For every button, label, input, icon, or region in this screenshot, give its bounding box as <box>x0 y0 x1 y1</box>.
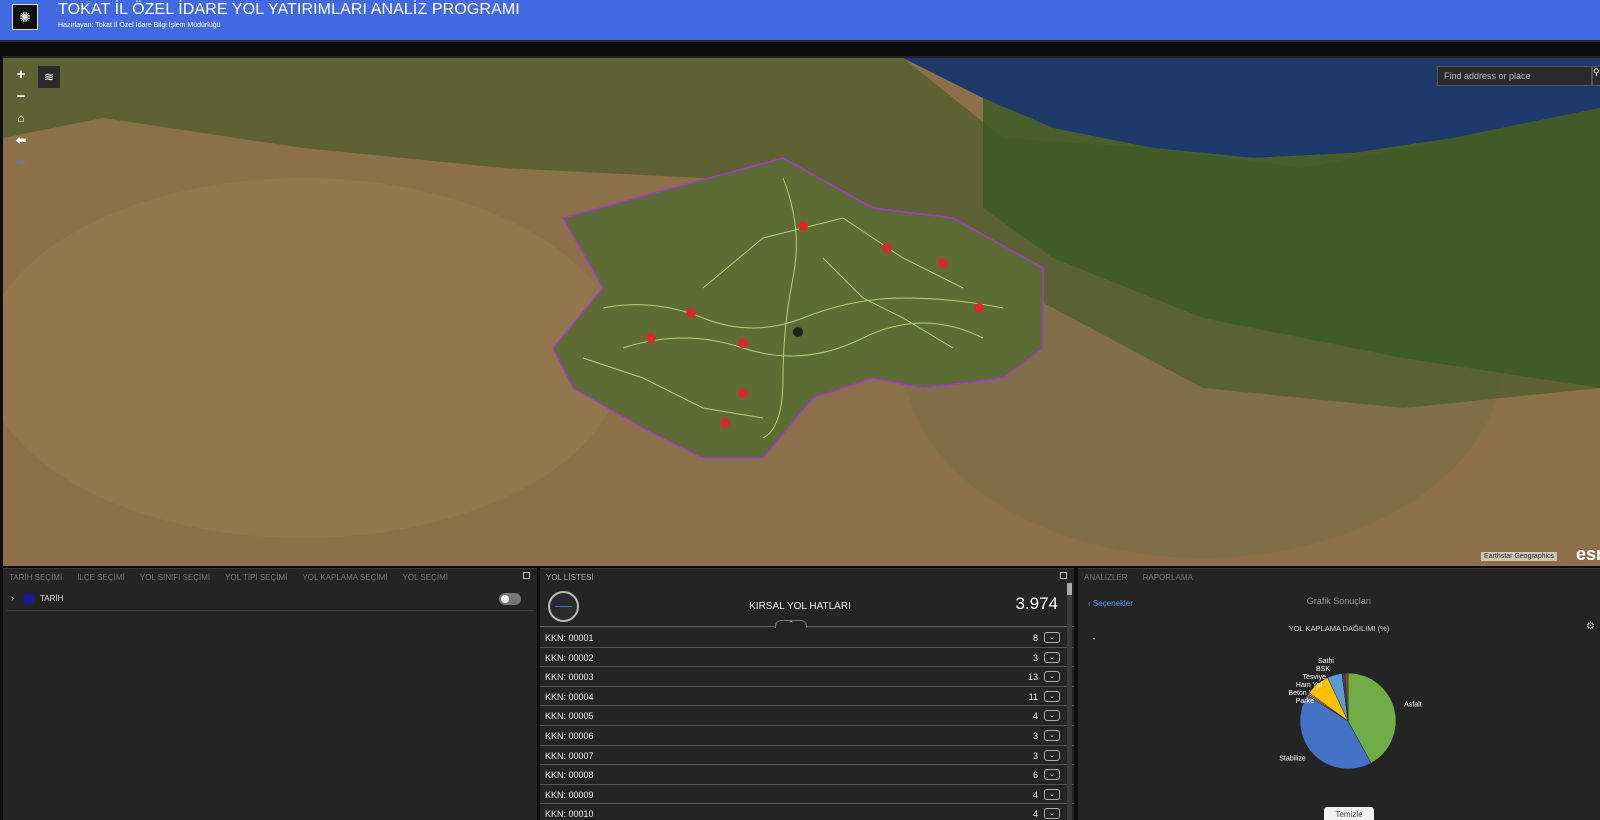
expand-chevron-icon[interactable]: ⌄ <box>1044 632 1060 643</box>
expand-chevron-icon[interactable]: ⌄ <box>1044 651 1060 663</box>
road-row[interactable]: KKN: 00009 4 ⌄ <box>540 785 1074 805</box>
road-value: 3 <box>1032 652 1038 663</box>
analysis-tab-1[interactable]: RAPORLAMA <box>1137 569 1202 587</box>
filter-tab-2[interactable]: YOL SINIFI SEÇİMİ <box>134 569 219 587</box>
road-value: 8 <box>1032 633 1038 643</box>
maximize-icon[interactable] <box>523 572 530 579</box>
road-name: KKN: 00001 <box>545 633 594 643</box>
gear-icon[interactable]: ⚙ <box>1586 621 1595 632</box>
esri-logo: esri <box>1576 544 1600 564</box>
road-name: KKN: 00006 <box>545 730 594 741</box>
road-row[interactable]: KKN: 00010 4 ⌄ <box>540 804 1074 820</box>
road-value: 3 <box>1032 730 1038 741</box>
filter-tab-4[interactable]: YOL KAPLAMA SEÇİMİ <box>296 569 396 587</box>
expand-chevron-icon[interactable]: ⌄ <box>1044 788 1060 800</box>
road-value: 4 <box>1032 711 1038 722</box>
road-value: 4 <box>1032 789 1038 800</box>
pie-label: Asfalt <box>1404 702 1422 709</box>
tarih-toggle[interactable] <box>499 593 521 605</box>
satellite-map[interactable]: + − ⌂ ⬅ ➡ ≋ Find address or place ⚲ Eart… <box>3 56 1600 566</box>
zoom-out-button[interactable]: − <box>11 86 31 106</box>
map-attribution: Earthstar Geographics <box>1481 552 1558 561</box>
filter-tab-3[interactable]: YOL TİPİ SEÇİMİ <box>219 569 296 587</box>
road-name: KKN: 00004 <box>545 691 594 702</box>
expand-chevron-icon[interactable]: ⌄ <box>1044 729 1060 741</box>
analysis-tabs: ANALİZLER RAPORLAMA <box>1078 569 1600 587</box>
scrollbar[interactable] <box>1067 583 1072 820</box>
road-value: 6 <box>1032 770 1038 781</box>
road-name: KKN: 00005 <box>545 711 594 722</box>
search-input[interactable]: Find address or place <box>1437 66 1592 86</box>
road-name: KKN: 00007 <box>545 750 594 761</box>
road-value: 11 <box>1028 691 1038 702</box>
expand-chevron-icon[interactable]: ⌄ <box>1044 710 1060 722</box>
pie-label: Ham Yol <box>1296 682 1323 689</box>
road-row[interactable]: KKN: 00005 4 ⌄ <box>540 706 1074 726</box>
road-row[interactable]: KKN: 00002 3 ⌄ <box>540 648 1074 668</box>
app-subtitle: Hazırlayan: Tokat İl Özel İdare Bilgi İş… <box>58 22 221 29</box>
search-icon[interactable]: ⚲ <box>1592 66 1600 86</box>
maximize-icon[interactable] <box>1060 572 1067 579</box>
filter-tabs: TARİH SEÇİMİ İLÇE SEÇİMİ YOL SINIFI SEÇİMİ… <box>3 569 537 587</box>
expand-chevron-icon[interactable]: ⌄ <box>1044 769 1060 781</box>
filter-tab-0[interactable]: TARİH SEÇİMİ <box>3 569 71 587</box>
pie-label: BSK <box>1316 666 1330 673</box>
road-name: KKN: 00009 <box>545 789 594 800</box>
road-value: 3 <box>1032 750 1038 761</box>
filter-panel: TARİH SEÇİMİ İLÇE SEÇİMİ YOL SINIFI SEÇİMİ… <box>3 568 537 820</box>
road-name: KKN: 00002 <box>545 652 594 663</box>
tab-road-list[interactable]: YOL LİSTESİ <box>540 569 603 587</box>
road-row[interactable]: KKN: 00003 13 ⌄ <box>540 667 1074 687</box>
road-name: KKN: 00003 <box>545 672 594 683</box>
chart-dot: • <box>1093 637 1096 643</box>
road-row[interactable]: KKN: 00006 3 ⌄ <box>540 726 1074 746</box>
road-name: KKN: 00010 <box>545 809 594 820</box>
pie-chart: AsfaltStabilizeParkeBeton YolHam YolTesv… <box>1279 658 1422 770</box>
municipality-seal-icon: ✺ <box>12 4 38 30</box>
back-arrow-icon[interactable]: ⬅ <box>11 130 31 150</box>
road-row[interactable]: KKN: 00004 11 ⌄ <box>540 687 1074 707</box>
pie-label: Stabilize <box>1279 756 1306 763</box>
layer-color-swatch <box>23 593 35 605</box>
road-value: 13 <box>1027 672 1038 683</box>
road-row[interactable]: KKN: 00001 8 ⌄ <box>540 628 1074 648</box>
expand-chevron-icon[interactable]: ⌄ <box>1044 671 1060 683</box>
road-row[interactable]: KKN: 00008 6 ⌄ <box>540 765 1074 785</box>
layers-icon[interactable]: ≋ <box>38 66 60 88</box>
road-value: 4 <box>1032 809 1038 820</box>
road-row[interactable]: KKN: 00007 3 ⌄ <box>540 746 1074 766</box>
tarih-label: TARİH <box>40 594 64 603</box>
expand-chevron-icon[interactable]: ⌄ <box>1044 749 1060 761</box>
analysis-panel: ANALİZLER RAPORLAMA ‹ Seçenekler Grafik S… <box>1078 568 1600 820</box>
road-list-panel: YOL LİSTESİ KIRSAL YOL HATLARI 3.974 ⌃ K… <box>540 568 1074 820</box>
zoom-in-button[interactable]: + <box>11 64 31 84</box>
clear-button[interactable]: Temizle <box>1324 807 1374 820</box>
expand-chevron-icon[interactable]: ⌄ <box>1044 808 1060 820</box>
road-count: 3.974 <box>1015 594 1058 613</box>
analysis-tab-0[interactable]: ANALİZLER <box>1078 569 1137 587</box>
filter-tab-1[interactable]: İLÇE SEÇİMİ <box>71 569 134 587</box>
collapse-icon[interactable]: ⌃ <box>775 620 807 628</box>
forward-arrow-icon[interactable]: ➡ <box>11 152 31 172</box>
road-list-title: KIRSAL YOL HATLARI <box>749 601 851 612</box>
road-list: KKN: 00001 8 ⌄ KKN: 00002 3 ⌄ KKN: 00003 13 ⌄ KKN… <box>540 628 1074 820</box>
pie-label: Sathi <box>1318 658 1334 665</box>
road-name: KKN: 00008 <box>545 770 594 781</box>
pie-label: Parke <box>1296 698 1314 705</box>
home-icon[interactable]: ⌂ <box>11 108 31 128</box>
filter-tab-5[interactable]: YOL SEÇİMİ <box>396 569 457 587</box>
road-layer-icon <box>548 591 579 622</box>
app-title: TOKAT İL ÖZEL İDARE YOL YATIRIMLARI ANAL… <box>58 1 520 18</box>
app-header: ✺ TOKAT İL ÖZEL İDARE YOL YATIRIMLARI AN… <box>0 0 1600 42</box>
expand-chevron-icon[interactable]: ⌄ <box>1044 690 1060 702</box>
tarih-filter-row[interactable]: › TARİH <box>7 589 534 611</box>
chevron-right-icon[interactable]: › <box>11 593 14 603</box>
road-list-header: KIRSAL YOL HATLARI 3.974 ⌃ <box>540 587 1074 628</box>
pie-label: Tesviye <box>1303 674 1326 681</box>
map-imagery <box>3 58 1600 566</box>
chart-results-heading: Grafik Sonuçları <box>1306 596 1372 606</box>
